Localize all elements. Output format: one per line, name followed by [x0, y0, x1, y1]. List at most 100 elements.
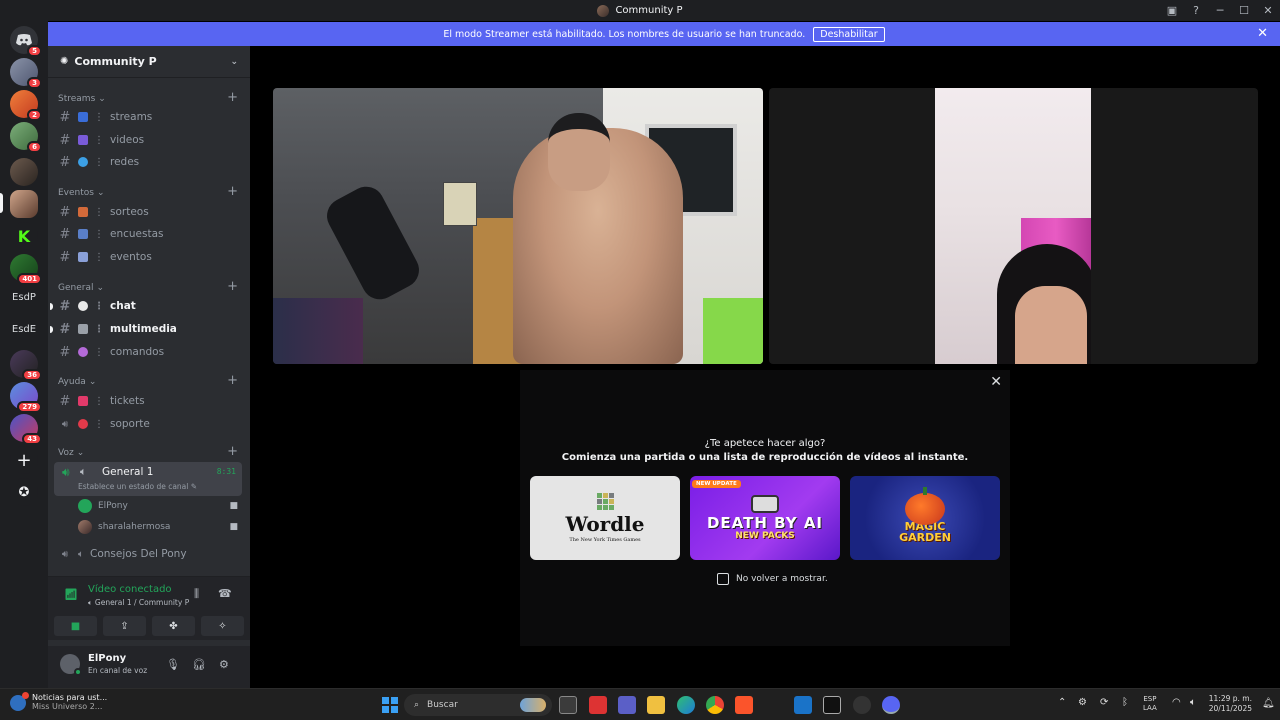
- channel-label: Consejos Del Pony: [90, 548, 187, 560]
- category-voz[interactable]: Voz ⌄ +: [58, 444, 238, 459]
- phone-emoji-icon: [78, 419, 88, 429]
- task-view-icon[interactable]: [559, 696, 577, 714]
- server-icon-2[interactable]: 2: [10, 90, 42, 121]
- server-icon-community-p[interactable]: [10, 190, 38, 218]
- create-channel-plus-icon[interactable]: +: [227, 444, 238, 459]
- minimize-button[interactable]: ─: [1208, 0, 1232, 21]
- channel-redes[interactable]: # ⋮ redes: [58, 152, 242, 172]
- category-label: Ayuda: [58, 377, 86, 387]
- teams-icon[interactable]: [618, 696, 636, 714]
- file-explorer-icon[interactable]: [647, 696, 665, 714]
- hashtag-icon: #: [59, 393, 71, 409]
- chrome-icon[interactable]: [706, 696, 724, 714]
- channel-eventos[interactable]: # ⋮ eventos: [58, 247, 242, 267]
- set-channel-status[interactable]: Establece un estado de canal ✎: [78, 482, 197, 491]
- create-channel-plus-icon[interactable]: +: [227, 90, 238, 105]
- disconnect-icon[interactable]: ☎: [218, 587, 232, 600]
- input-language[interactable]: ESP LAA: [1143, 695, 1157, 713]
- show-hidden-icons[interactable]: ⌃: [1058, 697, 1066, 708]
- server-icon-7[interactable]: 279: [10, 382, 42, 413]
- channel-encuestas[interactable]: # ⋮ encuestas: [58, 224, 242, 244]
- headphones-icon[interactable]: 🎧︎: [192, 658, 206, 671]
- activity-card-wordle[interactable]: Wordle The New York Times Games: [530, 476, 680, 560]
- channel-chat[interactable]: # ⋮ chat: [50, 296, 242, 316]
- add-server-icon[interactable]: +: [10, 446, 38, 474]
- create-channel-plus-icon[interactable]: +: [227, 184, 238, 199]
- tray-sync-icon[interactable]: ⟳: [1100, 697, 1108, 708]
- category-streams[interactable]: Streams ⌄ +: [58, 90, 238, 105]
- microphone-icon[interactable]: 🎙︎: [166, 658, 180, 671]
- notifications-bell-icon[interactable]: 🔔︎: [1262, 698, 1275, 709]
- activity-card-death-by-ai[interactable]: NEW UPDATE DEATH BY AI NEW PACKS: [690, 476, 840, 560]
- soundboard-button[interactable]: ✧: [201, 616, 244, 636]
- channel-soporte[interactable]: 🔊︎ ⋮ soporte: [58, 414, 242, 434]
- category-ayuda[interactable]: Ayuda ⌄ +: [58, 373, 238, 388]
- tray-bluetooth-icon[interactable]: ᛒ: [1122, 697, 1128, 708]
- volume-icon[interactable]: 🔈︎: [1190, 697, 1196, 708]
- server-icon-4[interactable]: [10, 158, 38, 186]
- server-icon-5[interactable]: 401: [10, 254, 42, 285]
- home-discord-icon[interactable]: 5: [10, 26, 42, 57]
- news-icon: [10, 692, 29, 711]
- video-tile-elpony[interactable]: [273, 88, 763, 364]
- activity-card-magic-garden[interactable]: MAGIC GARDEN: [850, 476, 1000, 560]
- share-screen-button[interactable]: ⇪: [103, 616, 146, 636]
- voice-channel-general-1[interactable]: 🔊︎ 🔈︎ General 1 8:31 Establece un estado…: [54, 462, 242, 496]
- channel-streams[interactable]: # ⋮ streams: [58, 107, 242, 127]
- tray-app-icon[interactable]: ⚙: [1078, 697, 1087, 708]
- system-clock[interactable]: 11:29 p. m. 20/11/2025: [1206, 694, 1252, 714]
- server-header[interactable]: ✺ Community P ⌄: [48, 46, 250, 78]
- kick-server-icon[interactable]: K: [10, 222, 38, 250]
- close-window-button[interactable]: ✕: [1256, 0, 1280, 21]
- server-icon-8[interactable]: 43: [10, 414, 42, 445]
- brave-icon[interactable]: [735, 696, 753, 714]
- category-eventos[interactable]: Eventos ⌄ +: [58, 184, 238, 199]
- edge-icon[interactable]: [677, 696, 695, 714]
- channel-label: multimedia: [110, 323, 177, 335]
- discord-taskbar-icon[interactable]: [882, 696, 900, 714]
- store-icon[interactable]: [794, 696, 812, 714]
- video-tile-sharalahermosa[interactable]: [769, 88, 1258, 364]
- server-icon-1[interactable]: 3: [10, 58, 42, 89]
- wifi-icon[interactable]: ◠: [1172, 697, 1181, 708]
- dont-show-again[interactable]: No volver a mostrar.: [717, 573, 828, 585]
- create-channel-plus-icon[interactable]: +: [227, 279, 238, 294]
- voice-user-sharalahermosa[interactable]: sharalahermosa ■: [78, 518, 242, 536]
- channel-comandos[interactable]: # ⋮ comandos: [58, 342, 242, 362]
- signal-icon[interactable]: 📶︎: [64, 588, 78, 601]
- camera-toggle-button[interactable]: ■: [54, 616, 97, 636]
- maximize-button[interactable]: ☐: [1232, 0, 1256, 21]
- activities-button[interactable]: ✤: [152, 616, 195, 636]
- emoji-icon: [78, 324, 88, 334]
- settings-gear-icon[interactable]: ⚙: [219, 658, 229, 671]
- discover-compass-icon[interactable]: ✪: [10, 478, 38, 506]
- server-icon-3[interactable]: 6: [10, 122, 42, 153]
- help-icon[interactable]: ?: [1184, 0, 1208, 21]
- category-general[interactable]: General ⌄ +: [58, 279, 238, 294]
- obs-icon[interactable]: [853, 696, 871, 714]
- channel-multimedia[interactable]: # ⋮ multimedia: [50, 319, 242, 339]
- anydesk-icon[interactable]: [589, 696, 607, 714]
- windows-start-icon[interactable]: [382, 697, 398, 713]
- connection-location[interactable]: 🔈︎ General 1 / Community P: [88, 598, 189, 608]
- close-icon[interactable]: ✕: [990, 374, 1002, 390]
- server-text-esdp[interactable]: EsdP: [8, 292, 40, 303]
- voice-user-elpony[interactable]: ElPony ■: [78, 497, 242, 515]
- voice-channel-consejos[interactable]: 🔊︎ 🔈︎ Consejos Del Pony: [58, 544, 242, 564]
- inbox-icon[interactable]: ▣: [1160, 0, 1184, 21]
- tradingview-icon[interactable]: [823, 696, 841, 714]
- user-avatar[interactable]: [60, 654, 82, 676]
- channel-sorteos[interactable]: # ⋮ sorteos: [58, 202, 242, 222]
- disable-streamer-button[interactable]: Deshabilitar: [813, 26, 885, 42]
- server-icon-6[interactable]: 36: [10, 350, 42, 381]
- server-text-esde[interactable]: EsdE: [8, 324, 40, 335]
- create-channel-plus-icon[interactable]: +: [227, 373, 238, 388]
- noise-suppression-icon[interactable]: ⫼: [194, 587, 199, 601]
- channel-tickets[interactable]: # ⋮ tickets: [58, 391, 242, 411]
- close-banner-icon[interactable]: ✕: [1257, 26, 1268, 41]
- window-title-bar: Community P ▣ ? ─ ☐ ✕: [0, 0, 1280, 21]
- channel-videos[interactable]: # ⋮ videos: [58, 130, 242, 150]
- checkbox[interactable]: [717, 573, 729, 585]
- taskbar-search[interactable]: ⌕ Buscar: [404, 694, 552, 716]
- news-widget[interactable]: Noticias para ust... Miss Universo 2...: [10, 692, 107, 711]
